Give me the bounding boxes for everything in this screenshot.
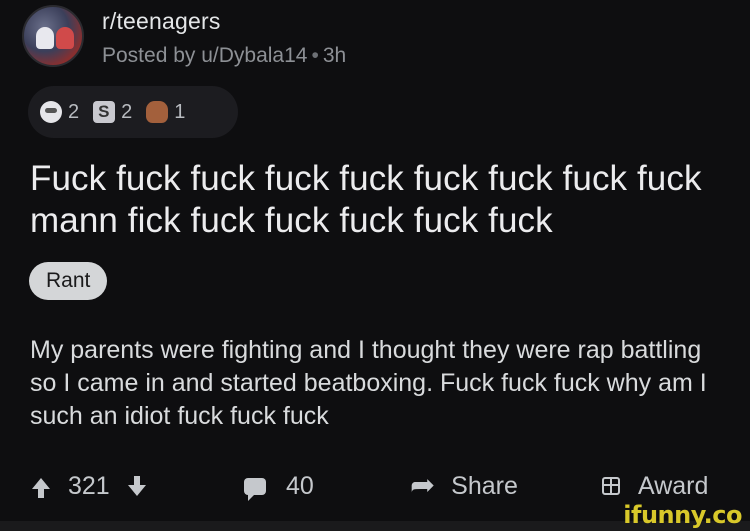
share-label: Share bbox=[451, 471, 518, 500]
award-item: 2 bbox=[40, 101, 79, 124]
subreddit-name[interactable]: r/teenagers bbox=[102, 8, 221, 35]
award-count: 1 bbox=[174, 100, 186, 123]
meta-separator: • bbox=[311, 44, 319, 67]
avatar-ghost-white bbox=[36, 27, 54, 49]
post-body: My parents were fighting and I thought t… bbox=[30, 336, 707, 430]
comments-button[interactable]: 40 bbox=[244, 466, 314, 506]
gift-icon bbox=[602, 477, 620, 495]
upvote-arrow-icon[interactable] bbox=[32, 477, 50, 498]
ifunny-watermark: ifunny.co bbox=[623, 501, 742, 529]
post-flair[interactable]: Rant bbox=[29, 262, 108, 300]
subreddit-avatar[interactable] bbox=[22, 5, 84, 67]
avatar-ghost-red bbox=[56, 27, 74, 49]
vote-count: 321 bbox=[68, 471, 110, 500]
award-button[interactable]: Award bbox=[602, 466, 708, 506]
post-meta: Posted by u/Dybala14 • 3h bbox=[102, 44, 346, 68]
award-label: Award bbox=[638, 471, 709, 500]
award-item: 1 bbox=[146, 101, 185, 124]
share-arrow-icon: ➦ bbox=[410, 469, 436, 502]
award-count: 2 bbox=[121, 100, 133, 123]
award-item: 2 bbox=[93, 101, 132, 124]
posted-by[interactable]: Posted by u/Dybala14 bbox=[102, 44, 307, 67]
wholesome-award-icon bbox=[40, 101, 62, 123]
comment-count: 40 bbox=[286, 471, 314, 500]
post-age: 3h bbox=[322, 44, 347, 67]
silver-award-icon bbox=[93, 101, 116, 123]
post-title[interactable]: Fuck fuck fuck fuck fuck fuck fuck fuck … bbox=[30, 158, 730, 242]
share-button[interactable]: ➦ Share bbox=[410, 466, 518, 506]
vote-controls: 321 bbox=[32, 466, 146, 506]
awards-bar[interactable]: 2 2 1 bbox=[28, 86, 238, 138]
downvote-arrow-icon[interactable] bbox=[127, 475, 146, 496]
comment-bubble-icon bbox=[244, 477, 266, 501]
poop-award-icon bbox=[146, 101, 169, 123]
award-count: 2 bbox=[68, 100, 80, 123]
